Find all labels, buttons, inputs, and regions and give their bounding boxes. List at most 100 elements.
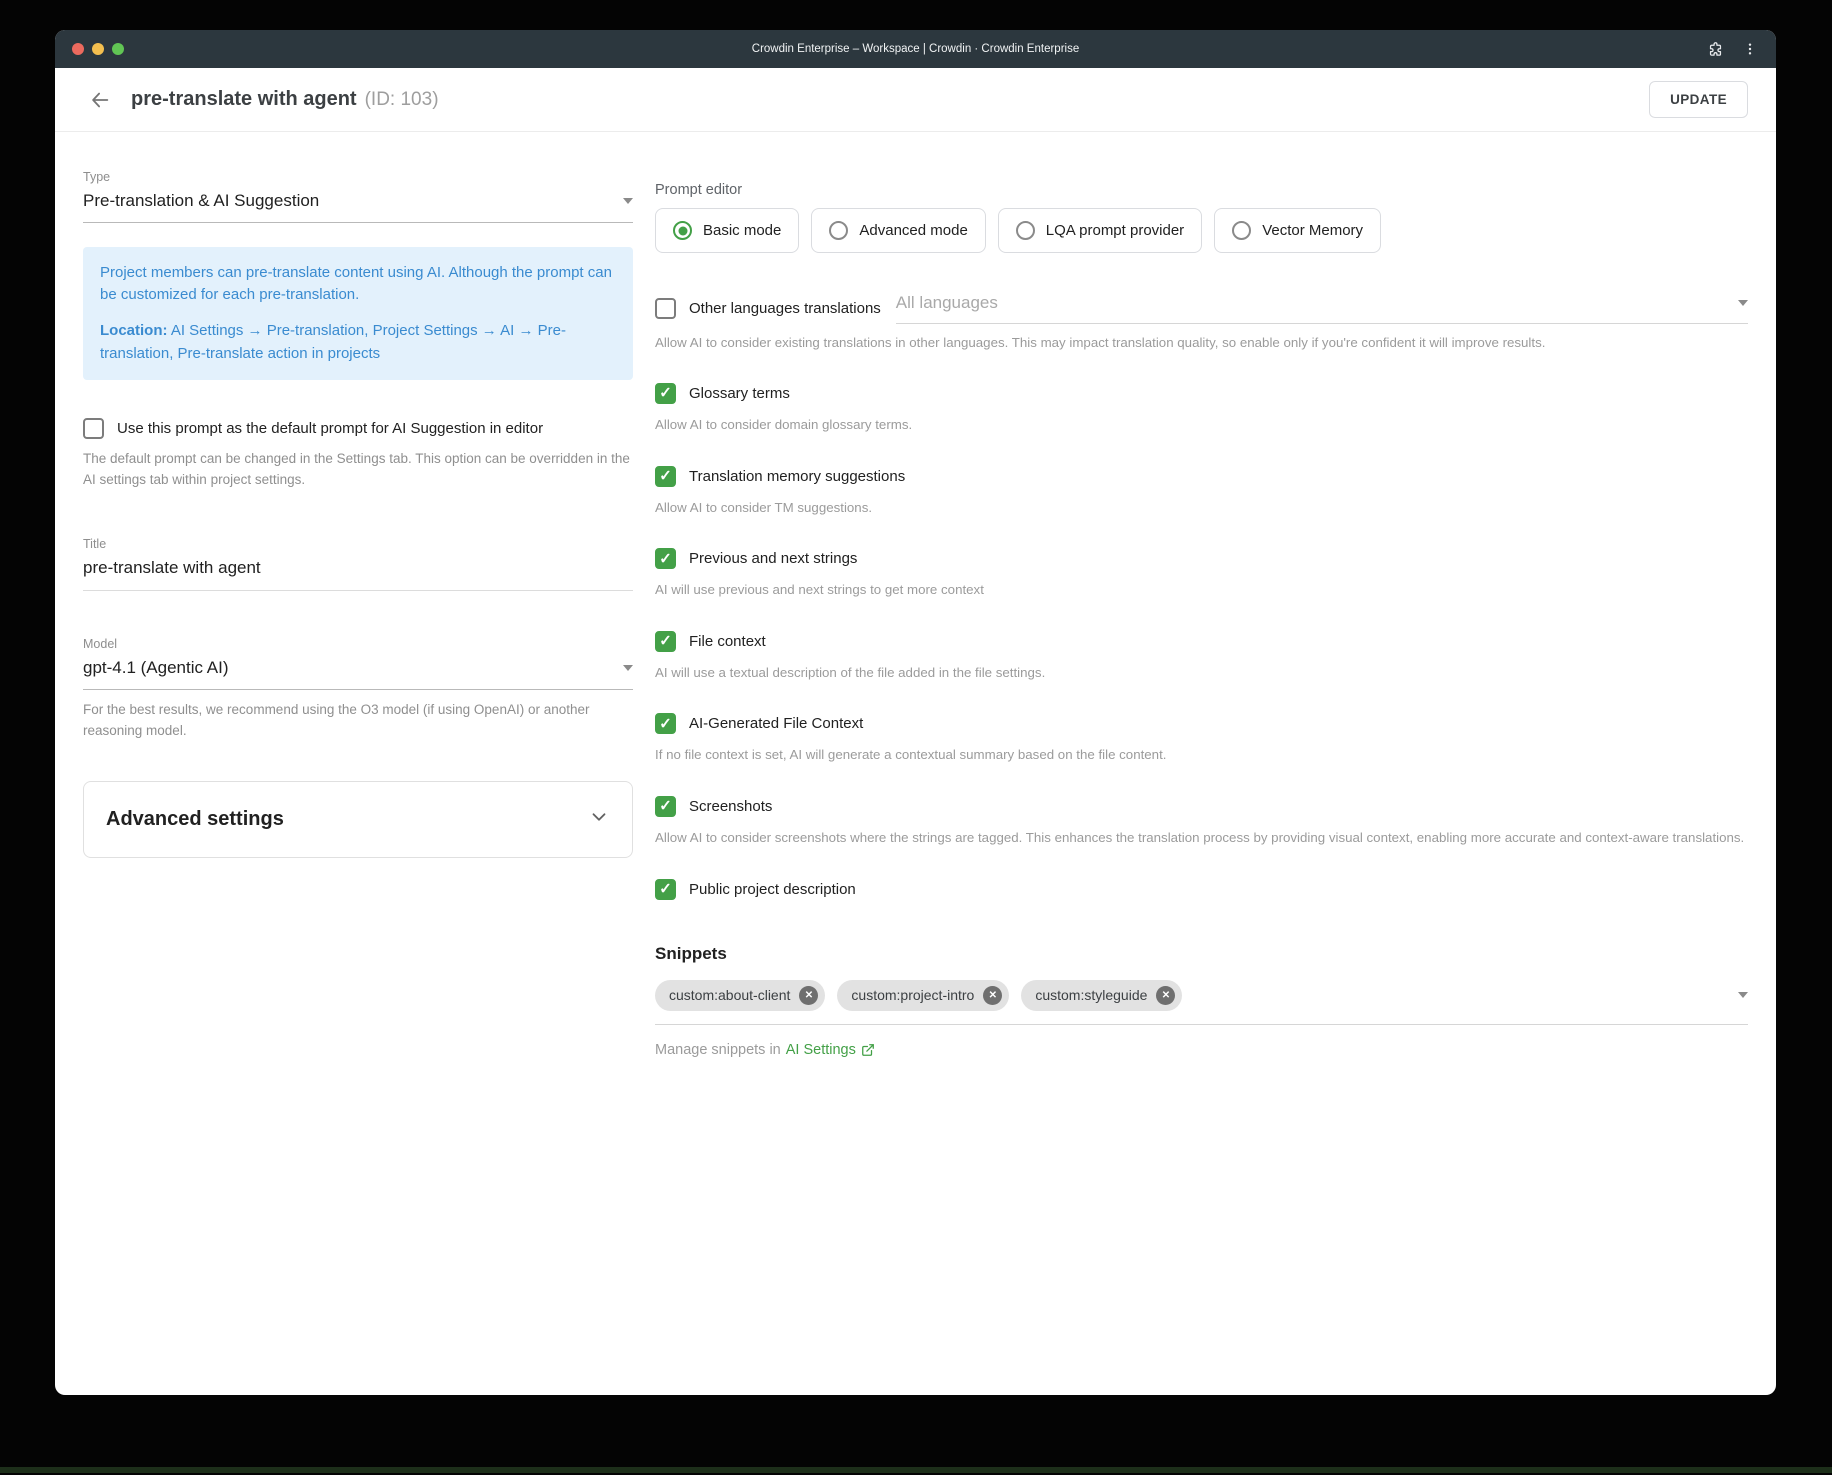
update-button[interactable]: UPDATE	[1649, 81, 1748, 118]
ai-settings-link[interactable]: AI Settings	[786, 1042, 856, 1058]
browser-titlebar: Crowdin Enterprise – Workspace | Crowdin…	[55, 30, 1776, 68]
chevron-down-icon	[588, 806, 610, 833]
info-location: Location: AI Settings → Pre-translation,…	[100, 320, 616, 364]
option-help: AI will use previous and next strings to…	[655, 580, 1748, 601]
main-content: Type Pre-translation & AI Suggestion Pro…	[55, 132, 1776, 1395]
title-input-value: pre-translate with agent	[83, 558, 261, 577]
back-arrow-icon[interactable]	[83, 83, 117, 117]
option-checkbox[interactable]	[655, 383, 676, 404]
type-label: Type	[83, 170, 633, 184]
browser-tab-title: Crowdin Enterprise – Workspace | Crowdin…	[55, 43, 1776, 55]
radio-icon	[1232, 221, 1251, 240]
other-languages-checkbox[interactable]	[655, 298, 676, 319]
other-languages-label: Other languages translations	[689, 300, 881, 317]
extensions-icon[interactable]	[1707, 41, 1724, 58]
manage-snippets-line: Manage snippets in AI Settings	[655, 1042, 1748, 1058]
page-header: pre-translate with agent (ID: 103) UPDAT…	[55, 68, 1776, 132]
option-checkbox[interactable]	[655, 631, 676, 652]
snippet-chips: custom:about-client custom:project-intro…	[655, 980, 1182, 1011]
mode-label: Advanced mode	[859, 222, 967, 239]
snippet-chip-label: custom:project-intro	[851, 987, 974, 1003]
option-help: If no file context is set, AI will gener…	[655, 745, 1748, 766]
external-link-icon	[861, 1043, 875, 1057]
option-help: Allow AI to consider domain glossary ter…	[655, 415, 1748, 436]
option-checkbox[interactable]	[655, 713, 676, 734]
option-help: Allow AI to consider TM suggestions.	[655, 498, 1748, 519]
option-checkbox[interactable]	[655, 466, 676, 487]
type-select-value: Pre-translation & AI Suggestion	[83, 191, 319, 211]
default-prompt-checkbox[interactable]	[83, 418, 104, 439]
manage-snippets-prefix: Manage snippets in	[655, 1042, 781, 1058]
browser-window: Crowdin Enterprise – Workspace | Crowdin…	[55, 30, 1776, 1395]
prompt-editor-mode-option[interactable]: Basic mode	[655, 208, 799, 253]
model-select-value: gpt-4.1 (Agentic AI)	[83, 658, 229, 678]
option-checkbox[interactable]	[655, 796, 676, 817]
other-languages-row: Other languages translations All languag…	[655, 293, 1748, 324]
option-label: Translation memory suggestions	[689, 468, 905, 485]
default-prompt-section: Use this prompt as the default prompt fo…	[83, 418, 633, 491]
default-prompt-help: The default prompt can be changed in the…	[83, 449, 633, 491]
option-checkbox[interactable]	[655, 879, 676, 900]
context-option: Public project description	[655, 879, 1748, 900]
remove-chip-icon[interactable]	[799, 986, 818, 1005]
chevron-down-icon	[1738, 300, 1748, 306]
mode-label: Vector Memory	[1262, 222, 1363, 239]
right-column: Prompt editor Basic mode Advanced mode	[655, 170, 1748, 1395]
remove-chip-icon[interactable]	[983, 986, 1002, 1005]
languages-select[interactable]: All languages	[896, 293, 1748, 324]
snippets-select[interactable]: custom:about-client custom:project-intro…	[655, 980, 1748, 1025]
option-label: Screenshots	[689, 798, 772, 815]
prompt-editor-label: Prompt editor	[655, 182, 1748, 198]
traffic-lights	[72, 43, 124, 55]
type-select-field[interactable]: Type Pre-translation & AI Suggestion	[83, 170, 633, 223]
option-label: Public project description	[689, 881, 856, 898]
mode-label: LQA prompt provider	[1046, 222, 1184, 239]
title-field[interactable]: Title pre-translate with agent	[83, 537, 633, 591]
snippet-chip: custom:about-client	[655, 980, 825, 1011]
chevron-down-icon	[1738, 992, 1748, 998]
info-box: Project members can pre-translate conten…	[83, 247, 633, 380]
info-location-label: Location:	[100, 322, 168, 339]
radio-icon	[1016, 221, 1035, 240]
browser-menu-icon[interactable]	[1742, 41, 1758, 57]
snippet-chip: custom:styleguide	[1021, 980, 1182, 1011]
model-select-field[interactable]: Model gpt-4.1 (Agentic AI) For the best …	[83, 637, 633, 742]
minimize-window-button[interactable]	[92, 43, 104, 55]
snippets-heading: Snippets	[655, 944, 1748, 964]
default-prompt-label: Use this prompt as the default prompt fo…	[117, 420, 543, 437]
page-id-badge: (ID: 103)	[365, 89, 439, 111]
context-option: Screenshots Allow AI to consider screens…	[655, 796, 1748, 849]
advanced-settings-accordion[interactable]: Advanced settings	[83, 781, 633, 858]
mode-label: Basic mode	[703, 222, 781, 239]
chevron-down-icon	[623, 665, 633, 671]
context-option: AI-Generated File Context If no file con…	[655, 713, 1748, 766]
chevron-down-icon	[623, 198, 633, 204]
prompt-editor-mode-option[interactable]: LQA prompt provider	[998, 208, 1202, 253]
context-options-list: Glossary terms Allow AI to consider doma…	[655, 383, 1748, 900]
option-checkbox[interactable]	[655, 548, 676, 569]
left-column: Type Pre-translation & AI Suggestion Pro…	[83, 170, 633, 1395]
prompt-editor-mode-option[interactable]: Vector Memory	[1214, 208, 1381, 253]
model-help: For the best results, we recommend using…	[83, 700, 633, 742]
page-title: pre-translate with agent	[131, 88, 357, 111]
snippet-chip-label: custom:styleguide	[1035, 987, 1147, 1003]
prompt-editor-mode-group: Basic mode Advanced mode LQA prompt prov…	[655, 208, 1748, 253]
model-label: Model	[83, 637, 633, 651]
close-window-button[interactable]	[72, 43, 84, 55]
prompt-editor-mode-option[interactable]: Advanced mode	[811, 208, 985, 253]
title-label: Title	[83, 537, 633, 551]
snippet-chip-label: custom:about-client	[669, 987, 790, 1003]
maximize-window-button[interactable]	[112, 43, 124, 55]
context-option: Translation memory suggestions Allow AI …	[655, 466, 1748, 519]
info-paragraph: Project members can pre-translate conten…	[100, 262, 616, 306]
advanced-settings-title: Advanced settings	[106, 808, 284, 831]
other-languages-help: Allow AI to consider existing translatio…	[655, 333, 1748, 353]
option-label: Previous and next strings	[689, 550, 857, 567]
radio-icon	[829, 221, 848, 240]
option-help: Allow AI to consider screenshots where t…	[655, 828, 1748, 849]
option-help: AI will use a textual description of the…	[655, 663, 1748, 684]
remove-chip-icon[interactable]	[1156, 986, 1175, 1005]
option-label: AI-Generated File Context	[689, 715, 863, 732]
dock-hint-strip	[0, 1467, 1832, 1473]
languages-select-placeholder: All languages	[896, 293, 998, 313]
